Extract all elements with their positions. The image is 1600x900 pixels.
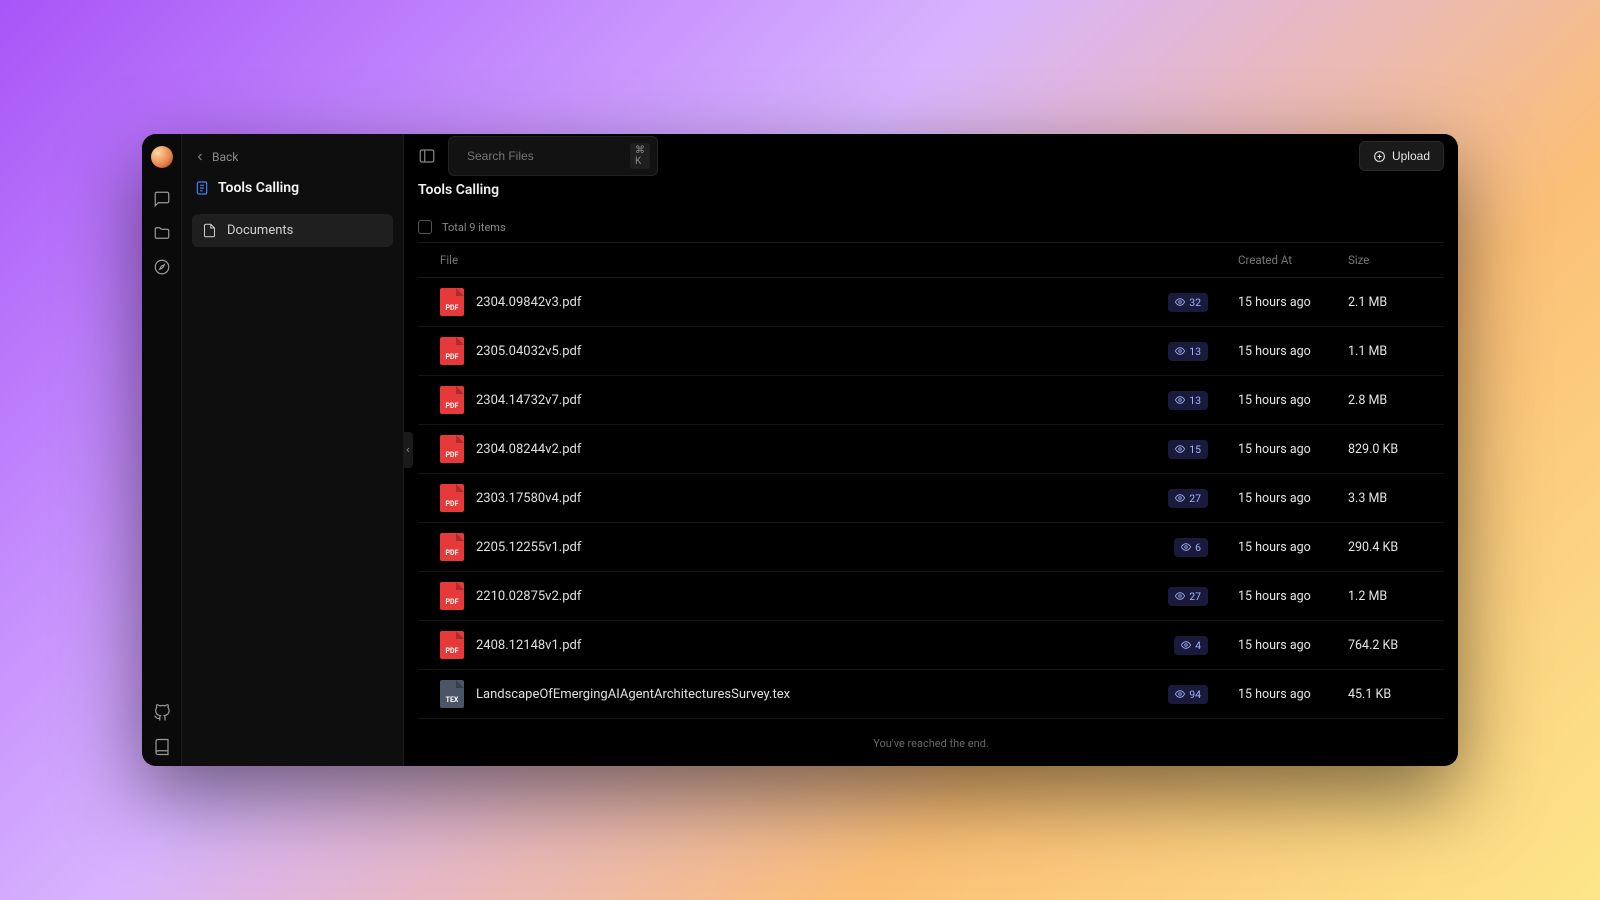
created-at: 15 hours ago (1238, 295, 1348, 310)
file-name: LandscapeOfEmergingAIAgentArchitecturesS… (476, 687, 790, 702)
workspace-title: Tools Calling (218, 180, 299, 196)
plus-circle-icon (1373, 150, 1386, 163)
file-name: 2408.12148v1.pdf (476, 638, 581, 653)
sidebar: Back Tools Calling Documents (182, 134, 404, 766)
file-name: 2303.17580v4.pdf (476, 491, 581, 506)
view-count-badge: 27 (1168, 489, 1208, 508)
file-size: 3.3 MB (1348, 491, 1444, 506)
file-size: 2.8 MB (1348, 393, 1444, 408)
document-icon (194, 180, 210, 196)
search-kbd: ⌘ K (630, 143, 650, 169)
created-at: 15 hours ago (1238, 638, 1348, 653)
arrow-left-icon (194, 151, 206, 163)
app-window: Back Tools Calling Documents ⌘ K (142, 134, 1458, 766)
content-area: Tools Calling Total 9 items File Created… (404, 178, 1458, 766)
created-at: 15 hours ago (1238, 540, 1348, 555)
table-row[interactable]: PDF 2210.02875v2.pdf 27 15 hours ago1.2 MB (418, 572, 1444, 621)
total-count: Total 9 items (442, 221, 506, 234)
view-count-badge: 15 (1168, 440, 1208, 459)
pdf-file-icon: PDF (440, 582, 464, 610)
table-row[interactable]: PDF 2305.04032v5.pdf 13 15 hours ago1.1 MB (418, 327, 1444, 376)
table-row[interactable]: PDF 2303.17580v4.pdf 27 15 hours ago3.3 MB (418, 474, 1444, 523)
end-of-list: You've reached the end. (418, 719, 1444, 766)
file-name: 2304.14732v7.pdf (476, 393, 581, 408)
table-row[interactable]: PDF 2205.12255v1.pdf 6 15 hours ago290.4 KB (418, 523, 1444, 572)
book-icon[interactable] (153, 738, 171, 756)
created-at: 15 hours ago (1238, 589, 1348, 604)
upload-button[interactable]: Upload (1359, 141, 1444, 171)
page-title: Tools Calling (418, 182, 1444, 198)
file-name: 2205.12255v1.pdf (476, 540, 581, 555)
created-at: 15 hours ago (1238, 491, 1348, 506)
pdf-file-icon: PDF (440, 631, 464, 659)
sidebar-collapse-handle[interactable] (403, 432, 413, 468)
pdf-file-icon: PDF (440, 288, 464, 316)
back-button[interactable]: Back (192, 146, 393, 168)
view-count-badge: 32 (1168, 293, 1208, 312)
search-input-wrapper[interactable]: ⌘ K (448, 136, 658, 176)
col-created: Created At (1238, 253, 1348, 267)
panel-toggle-icon[interactable] (418, 147, 436, 165)
view-count-badge: 27 (1168, 587, 1208, 606)
file-size: 1.1 MB (1348, 344, 1444, 359)
topbar: ⌘ K Upload (404, 134, 1458, 178)
view-count-badge: 13 (1168, 391, 1208, 410)
nav-rail (142, 134, 182, 766)
pdf-file-icon: PDF (440, 484, 464, 512)
file-name: 2305.04032v5.pdf (476, 344, 581, 359)
file-name: 2304.08244v2.pdf (476, 442, 581, 457)
view-count-badge: 4 (1174, 636, 1208, 655)
back-label: Back (212, 150, 238, 164)
file-name: 2304.09842v3.pdf (476, 295, 581, 310)
pdf-file-icon: PDF (440, 435, 464, 463)
file-size: 2.1 MB (1348, 295, 1444, 310)
file-size: 1.2 MB (1348, 589, 1444, 604)
view-count-badge: 13 (1168, 342, 1208, 361)
compass-icon[interactable] (153, 258, 171, 276)
view-count-badge: 94 (1168, 685, 1208, 704)
file-name: 2210.02875v2.pdf (476, 589, 581, 604)
folder-icon[interactable] (153, 224, 171, 242)
upload-label: Upload (1392, 149, 1430, 163)
file-size: 45.1 KB (1348, 687, 1444, 702)
file-list: PDF2304.09842v3.pdf3215 hours ago2.1 MBP… (418, 278, 1444, 719)
created-at: 15 hours ago (1238, 687, 1348, 702)
select-all-checkbox[interactable] (418, 220, 432, 234)
table-row[interactable]: PDF 2304.14732v7.pdf 13 15 hours ago2.8 MB (418, 376, 1444, 425)
table-row[interactable]: PDF 2408.12148v1.pdf 4 15 hours ago764.2 KB (418, 621, 1444, 670)
pdf-file-icon: PDF (440, 337, 464, 365)
main-panel: ⌘ K Upload Tools Calling Total 9 items F… (404, 134, 1458, 766)
sidebar-item-label: Documents (227, 223, 293, 238)
avatar[interactable] (151, 146, 173, 168)
created-at: 15 hours ago (1238, 442, 1348, 457)
table-row[interactable]: PDF 2304.08244v2.pdf 15 15 hours ago829.0 K… (418, 425, 1444, 474)
pdf-file-icon: PDF (440, 533, 464, 561)
view-count-badge: 6 (1174, 538, 1208, 557)
table-row[interactable]: TEX LandscapeOfEmergingAIAgentArchitectur… (418, 670, 1444, 719)
pdf-file-icon: PDF (440, 386, 464, 414)
tex-file-icon: TEX (440, 680, 464, 708)
meta-row: Total 9 items (418, 212, 1444, 243)
workspace-title-row: Tools Calling (192, 174, 393, 208)
github-icon[interactable] (153, 704, 171, 722)
file-size: 764.2 KB (1348, 638, 1444, 653)
created-at: 15 hours ago (1238, 393, 1348, 408)
table-header: File Created At Size (418, 243, 1444, 278)
col-file: File (418, 253, 1178, 267)
table-row[interactable]: PDF 2304.09842v3.pdf 32 15 hours ago2.1 MB (418, 278, 1444, 327)
file-size: 829.0 KB (1348, 442, 1444, 457)
chat-icon[interactable] (153, 190, 171, 208)
sidebar-item-documents[interactable]: Documents (192, 214, 393, 247)
created-at: 15 hours ago (1238, 344, 1348, 359)
file-size: 290.4 KB (1348, 540, 1444, 555)
search-input[interactable] (467, 149, 622, 163)
file-icon (202, 223, 217, 238)
col-size: Size (1348, 253, 1444, 267)
